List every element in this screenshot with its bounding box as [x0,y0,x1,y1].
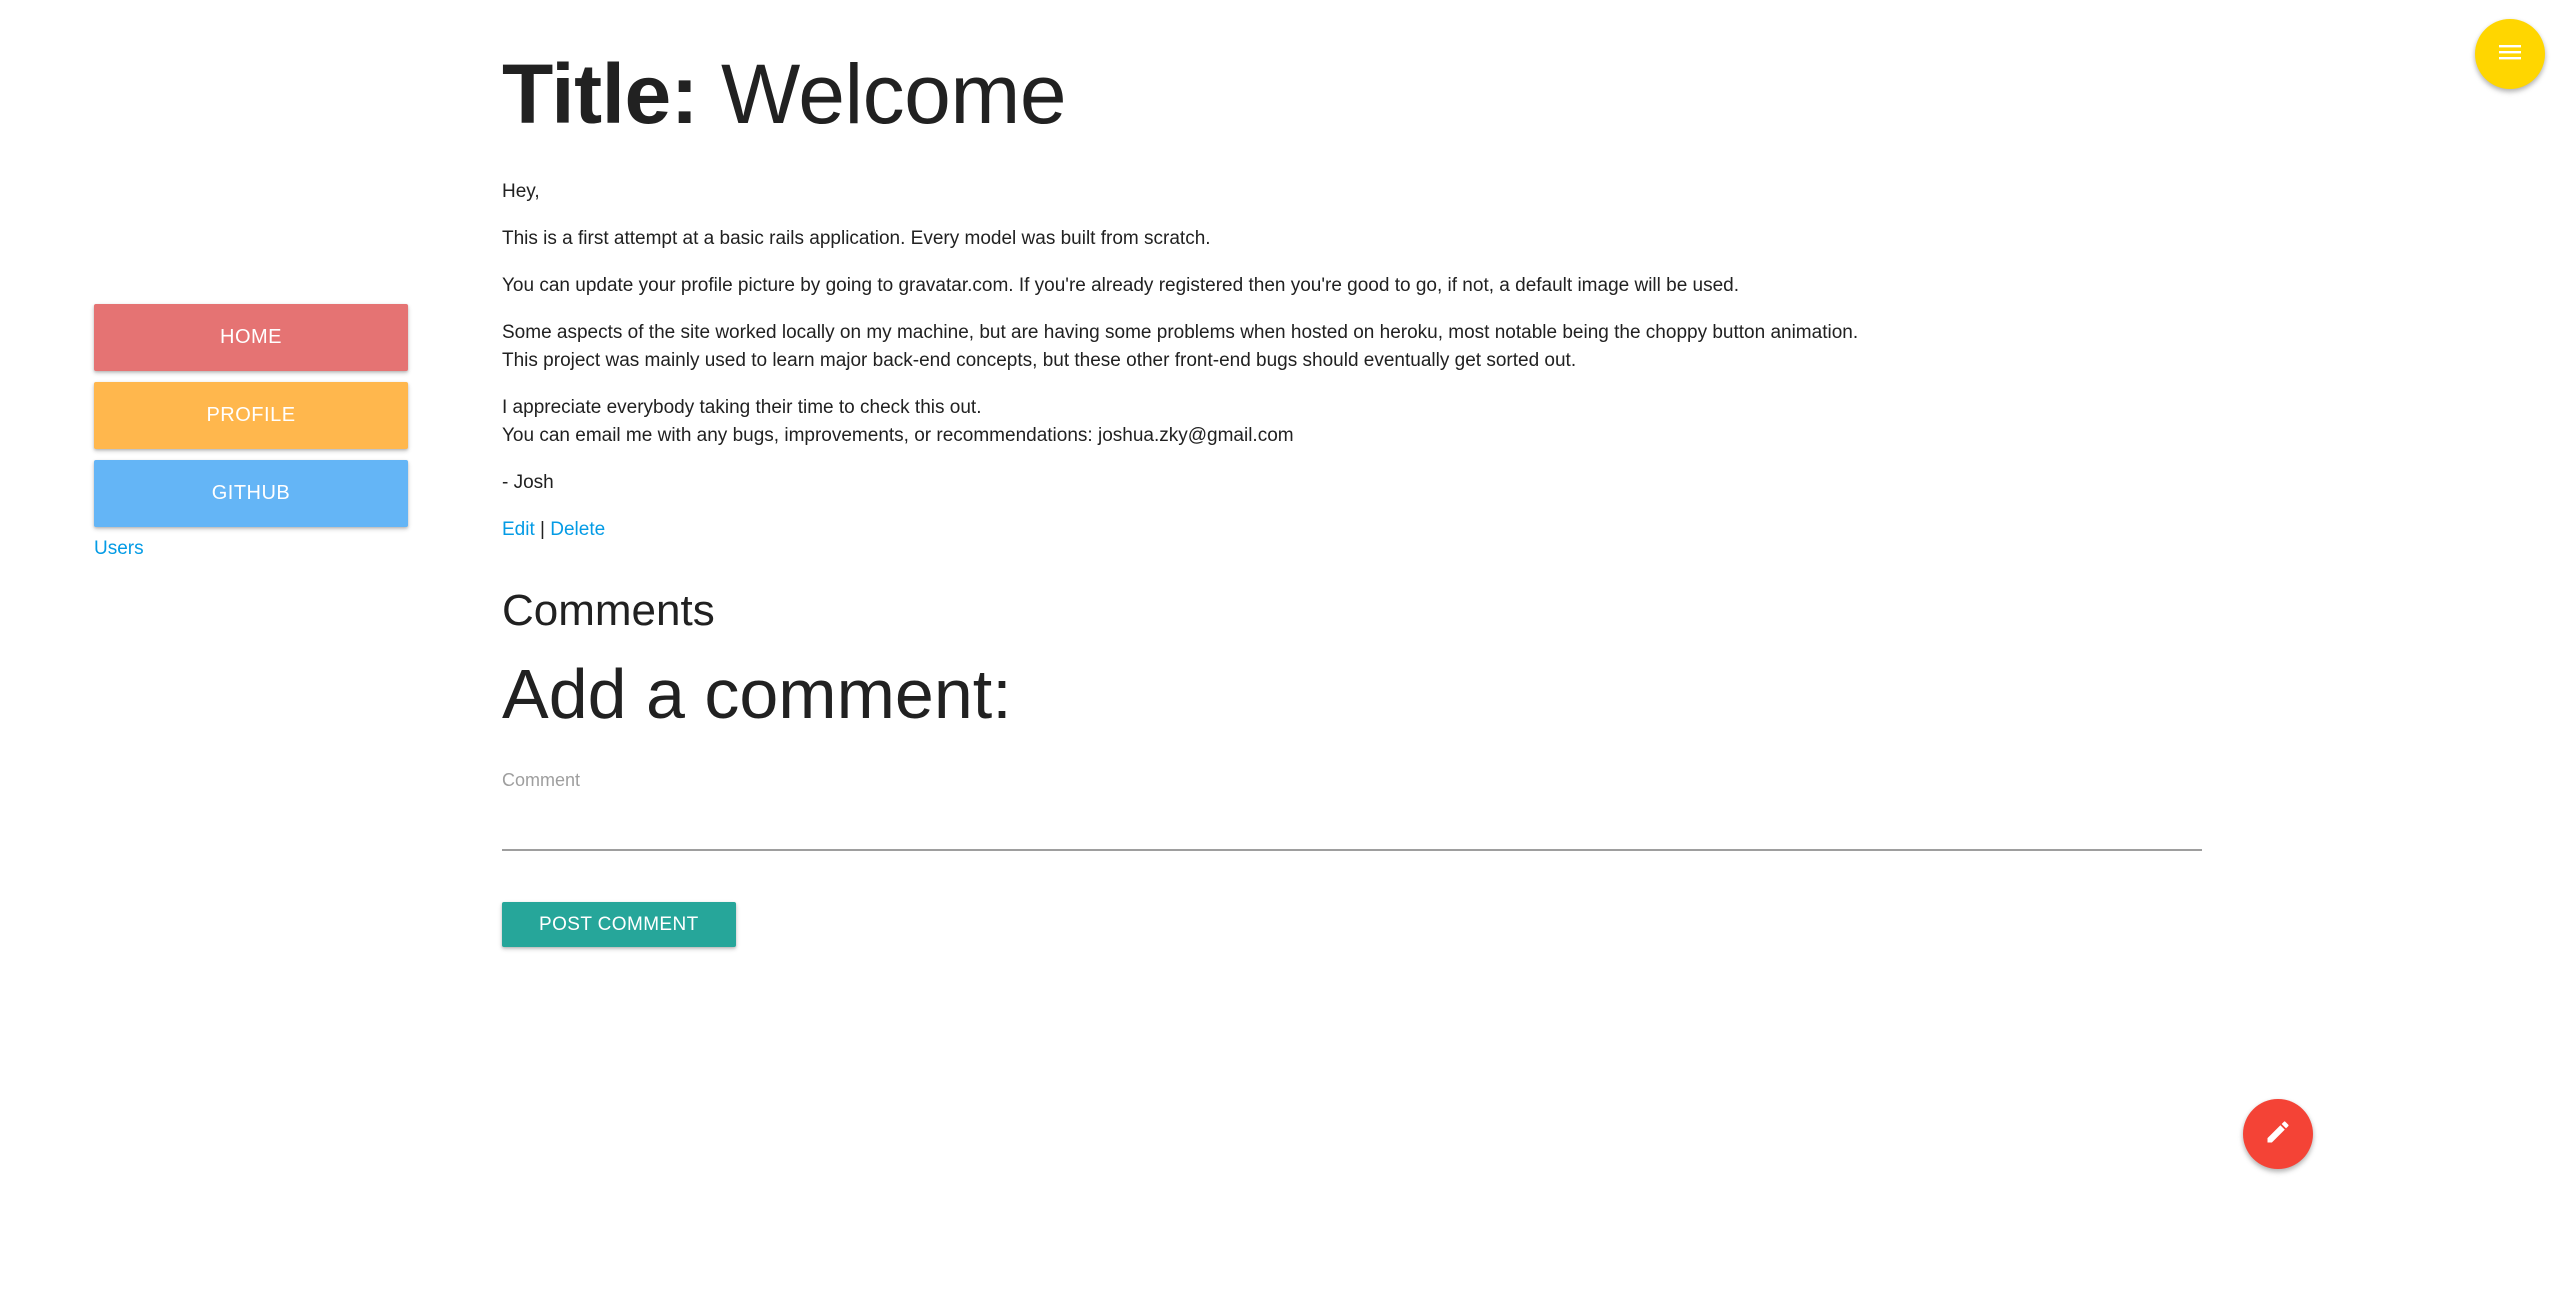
add-comment-heading: Add a comment: [502,655,1012,733]
users-link[interactable]: Users [94,538,408,560]
post-comment-button[interactable]: POST COMMENT [502,902,736,947]
edit-link[interactable]: Edit [502,519,535,540]
post-paragraph: You can update your profile picture by g… [502,275,1740,296]
post-paragraph: Some aspects of the site worked locally … [502,322,1859,371]
title-text: Welcome [720,47,1067,141]
page: HOME PROFILE GITHUB Users Title: Welcome… [0,0,2560,1308]
main-content: Title: Welcome Hey, This is a first atte… [502,40,2202,947]
post-paragraph: This is a first attempt at a basic rails… [502,228,1211,249]
post-paragraph: Hey, [502,181,540,202]
title-prefix: Title: [502,47,699,141]
home-button[interactable]: HOME [94,304,408,371]
post-paragraph: I appreciate everybody taking their time… [502,397,1294,446]
comment-label: Comment [502,770,581,790]
comment-input[interactable] [502,799,2202,851]
menu-fab-button[interactable] [2475,19,2545,89]
comment-field: Comment [502,770,2202,851]
post-signature: - Josh [502,472,554,493]
menu-icon [2497,42,2523,67]
profile-button[interactable]: PROFILE [94,382,408,449]
github-button[interactable]: GITHUB [94,460,408,527]
post-actions: Edit | Delete [502,516,2202,544]
post-body: Hey, This is a first attempt at a basic … [502,178,2202,497]
sidebar-nav: HOME PROFILE GITHUB Users [94,304,408,560]
delete-link[interactable]: Delete [550,519,605,540]
action-separator: | [540,519,545,540]
comments-heading: Comments [502,586,715,635]
edit-fab-button[interactable] [2243,1099,2313,1169]
post-title: Title: Welcome [502,40,2202,148]
pencil-icon [2264,1118,2292,1151]
